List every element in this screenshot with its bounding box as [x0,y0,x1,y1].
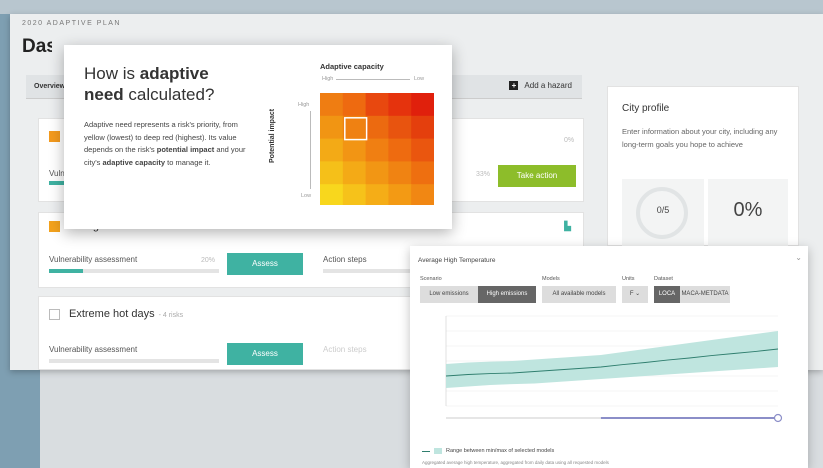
add-hazard-button[interactable]: + Add a hazard [509,81,572,90]
hazard-color-swatch [49,221,60,232]
assess-button[interactable]: Assess [227,343,303,365]
action-steps-progress [323,269,413,273]
dataset-loca[interactable]: LOCA [654,286,680,303]
hazard-checkbox[interactable] [49,309,60,320]
city-profile-description: Enter information about your city, inclu… [622,127,778,149]
profile-percent-stat: 0% [708,179,788,247]
modal-description: Adaptive need represents a risk's priori… [84,120,246,167]
profile-completion-stat: 0/5 [622,179,704,247]
matrix-cell [342,93,367,117]
chart-title: Average High Temperature [418,257,496,264]
range-slider-handle [773,413,783,423]
matrix-cell [411,184,434,205]
plus-icon: + [509,81,519,90]
hazard-name: Extreme hot days [69,308,155,320]
matrix-cell [365,138,389,162]
matrix-x-arrow [336,79,410,80]
action-steps-label: Action steps [323,345,367,354]
chevron-down-icon[interactable]: ⌄ [795,253,802,262]
matrix-cell [320,184,344,205]
matrix-cell [342,115,367,140]
city-profile-card: City profile Enter information about you… [607,86,799,247]
matrix-cell [342,161,367,185]
matrix-cell [320,93,344,117]
matrix-y-arrow [310,111,311,189]
vulnerability-progress-track [49,359,219,363]
matrix-cell [388,184,412,205]
vulnerability-progress-fill [49,269,83,273]
matrix-cell [365,115,389,140]
profile-ratio: 0/5 [656,205,670,215]
matrix-cell [388,138,412,162]
units-label: Units [622,276,635,282]
matrix-cell [388,115,412,140]
temperature-chart-panel: Average High Temperature ⌄ Scenario Low … [410,246,808,468]
matrix-x-axis-title: Adaptive capacity [320,62,384,71]
legend-label: Range between min/max of selected models [446,448,555,454]
profile-percent: 0% [733,199,763,221]
dataset-label: Dataset [654,276,673,282]
matrix-y-axis-title: Potential impact [269,108,276,163]
matrix-cell [365,184,389,205]
tab-overview[interactable]: Overview [34,83,65,90]
temperature-plot [445,315,783,423]
scenario-label: Scenario [420,276,442,282]
dataset-maca[interactable]: MACA-METDATA [680,286,730,303]
range-band [446,331,778,388]
chart-caption: Aggregated average high temperature, agg… [422,460,609,465]
take-action-button[interactable]: Take action [498,165,576,187]
scenario-high-emissions[interactable]: High emissions [478,286,536,303]
matrix-cell [342,138,367,162]
matrix-y-high-label: High [298,102,310,108]
vulnerability-label: Vulnerability assessment [49,345,138,354]
chart-icon[interactable]: ▙ [564,221,571,232]
vulnerability-label: Vulnerability assessment [49,255,138,264]
action-steps-label: Action steps [323,255,367,264]
add-hazard-label: Add a hazard [524,81,572,90]
range-swatch [434,448,442,454]
matrix-cell [365,93,389,117]
hazard-color-swatch [49,131,60,142]
adaptive-need-matrix [320,93,434,205]
matrix-cell [365,161,389,185]
matrix-x-high-label: High [322,76,334,82]
background-top [0,0,823,14]
action-percent: 33% [476,171,491,178]
chart-legend: Range between min/max of selected models [422,448,554,454]
adaptive-need-modal: How is adaptive need calculated? Adaptiv… [64,45,452,229]
matrix-cell [320,138,344,162]
models-select[interactable]: All available models [542,286,616,303]
matrix-cell [320,161,344,185]
matrix-cell [388,161,412,185]
scenario-low-emissions[interactable]: Low emissions [420,286,478,303]
matrix-cell [411,161,434,185]
plan-label: 2020 ADAPTIVE PLAN [22,20,121,27]
units-select[interactable]: F ⌄ [622,286,648,303]
matrix-cell [320,115,344,140]
matrix-cell [388,93,412,117]
matrix-x-low-label: Low [414,76,425,82]
matrix-cell [411,115,434,140]
matrix-y-low-label: Low [301,193,312,199]
models-label: Models [542,276,560,282]
vulnerability-percent: 20% [201,257,216,264]
matrix-cell [411,93,434,117]
hazard-risk-count: - 4 risks [158,312,184,319]
matrix-cell [342,184,367,205]
matrix-cell [411,138,434,162]
page-title: Dashboard [22,36,52,57]
vulnerability-progress-track [49,269,219,273]
vulnerability-percent: 0% [564,137,575,144]
median-line-swatch [422,450,430,452]
assess-button[interactable]: Assess [227,253,303,275]
city-profile-title: City profile [622,103,670,114]
modal-title: How is adaptive need calculated? [84,64,215,104]
